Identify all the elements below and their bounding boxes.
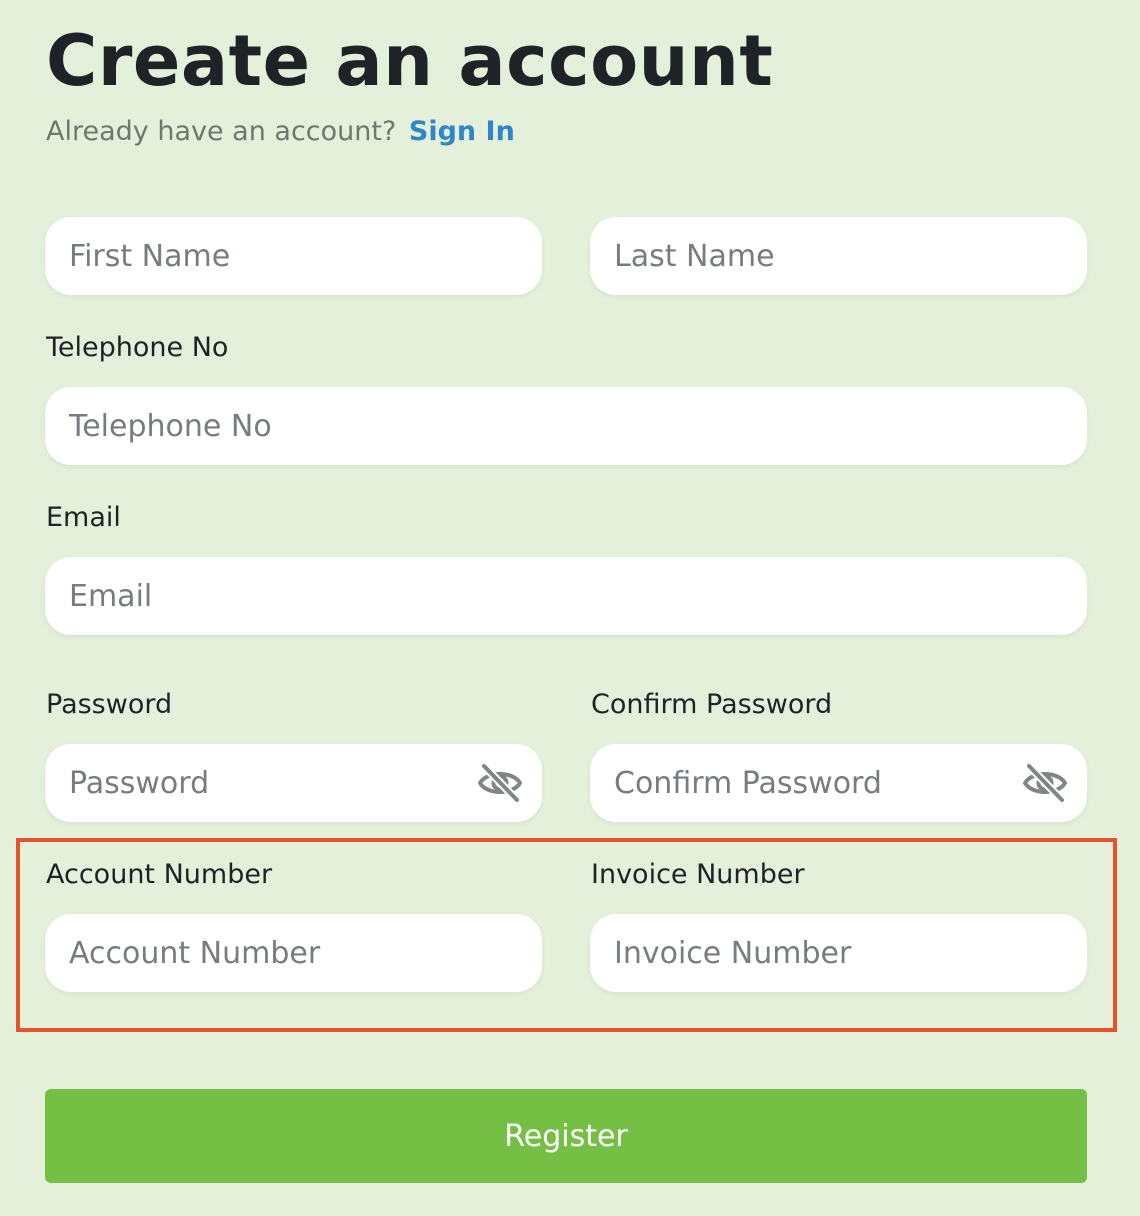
account-number-field: [45, 914, 542, 992]
invoice-number-input[interactable]: [590, 914, 1087, 992]
confirm-password-label: Confirm Password: [591, 689, 833, 720]
last-name-field: [590, 217, 1087, 295]
sign-in-link[interactable]: Sign In: [409, 116, 515, 147]
invoice-number-field: [590, 914, 1087, 992]
first-name-input[interactable]: [45, 217, 542, 295]
first-name-field: [45, 217, 542, 295]
last-name-input[interactable]: [590, 217, 1087, 295]
account-number-input[interactable]: [45, 914, 542, 992]
page-title: Create an account: [46, 20, 774, 102]
password-label: Password: [46, 689, 173, 720]
email-field: [45, 557, 1087, 635]
password-field: [45, 744, 542, 822]
email-input[interactable]: [45, 557, 1087, 635]
confirm-password-field: [590, 744, 1087, 822]
telephone-input[interactable]: [45, 387, 1087, 465]
eye-off-icon[interactable]: [1021, 762, 1069, 804]
eye-off-icon[interactable]: [476, 762, 524, 804]
email-label: Email: [46, 502, 121, 533]
register-button[interactable]: Register: [45, 1089, 1087, 1183]
telephone-label: Telephone No: [46, 332, 229, 363]
telephone-field: [45, 387, 1087, 465]
password-input[interactable]: [45, 744, 542, 822]
sign-in-prompt: Already have an account? Sign In: [46, 116, 515, 147]
account-number-label: Account Number: [46, 859, 273, 890]
sign-in-prompt-text: Already have an account?: [46, 116, 397, 147]
confirm-password-input[interactable]: [590, 744, 1087, 822]
invoice-number-label: Invoice Number: [591, 859, 805, 890]
